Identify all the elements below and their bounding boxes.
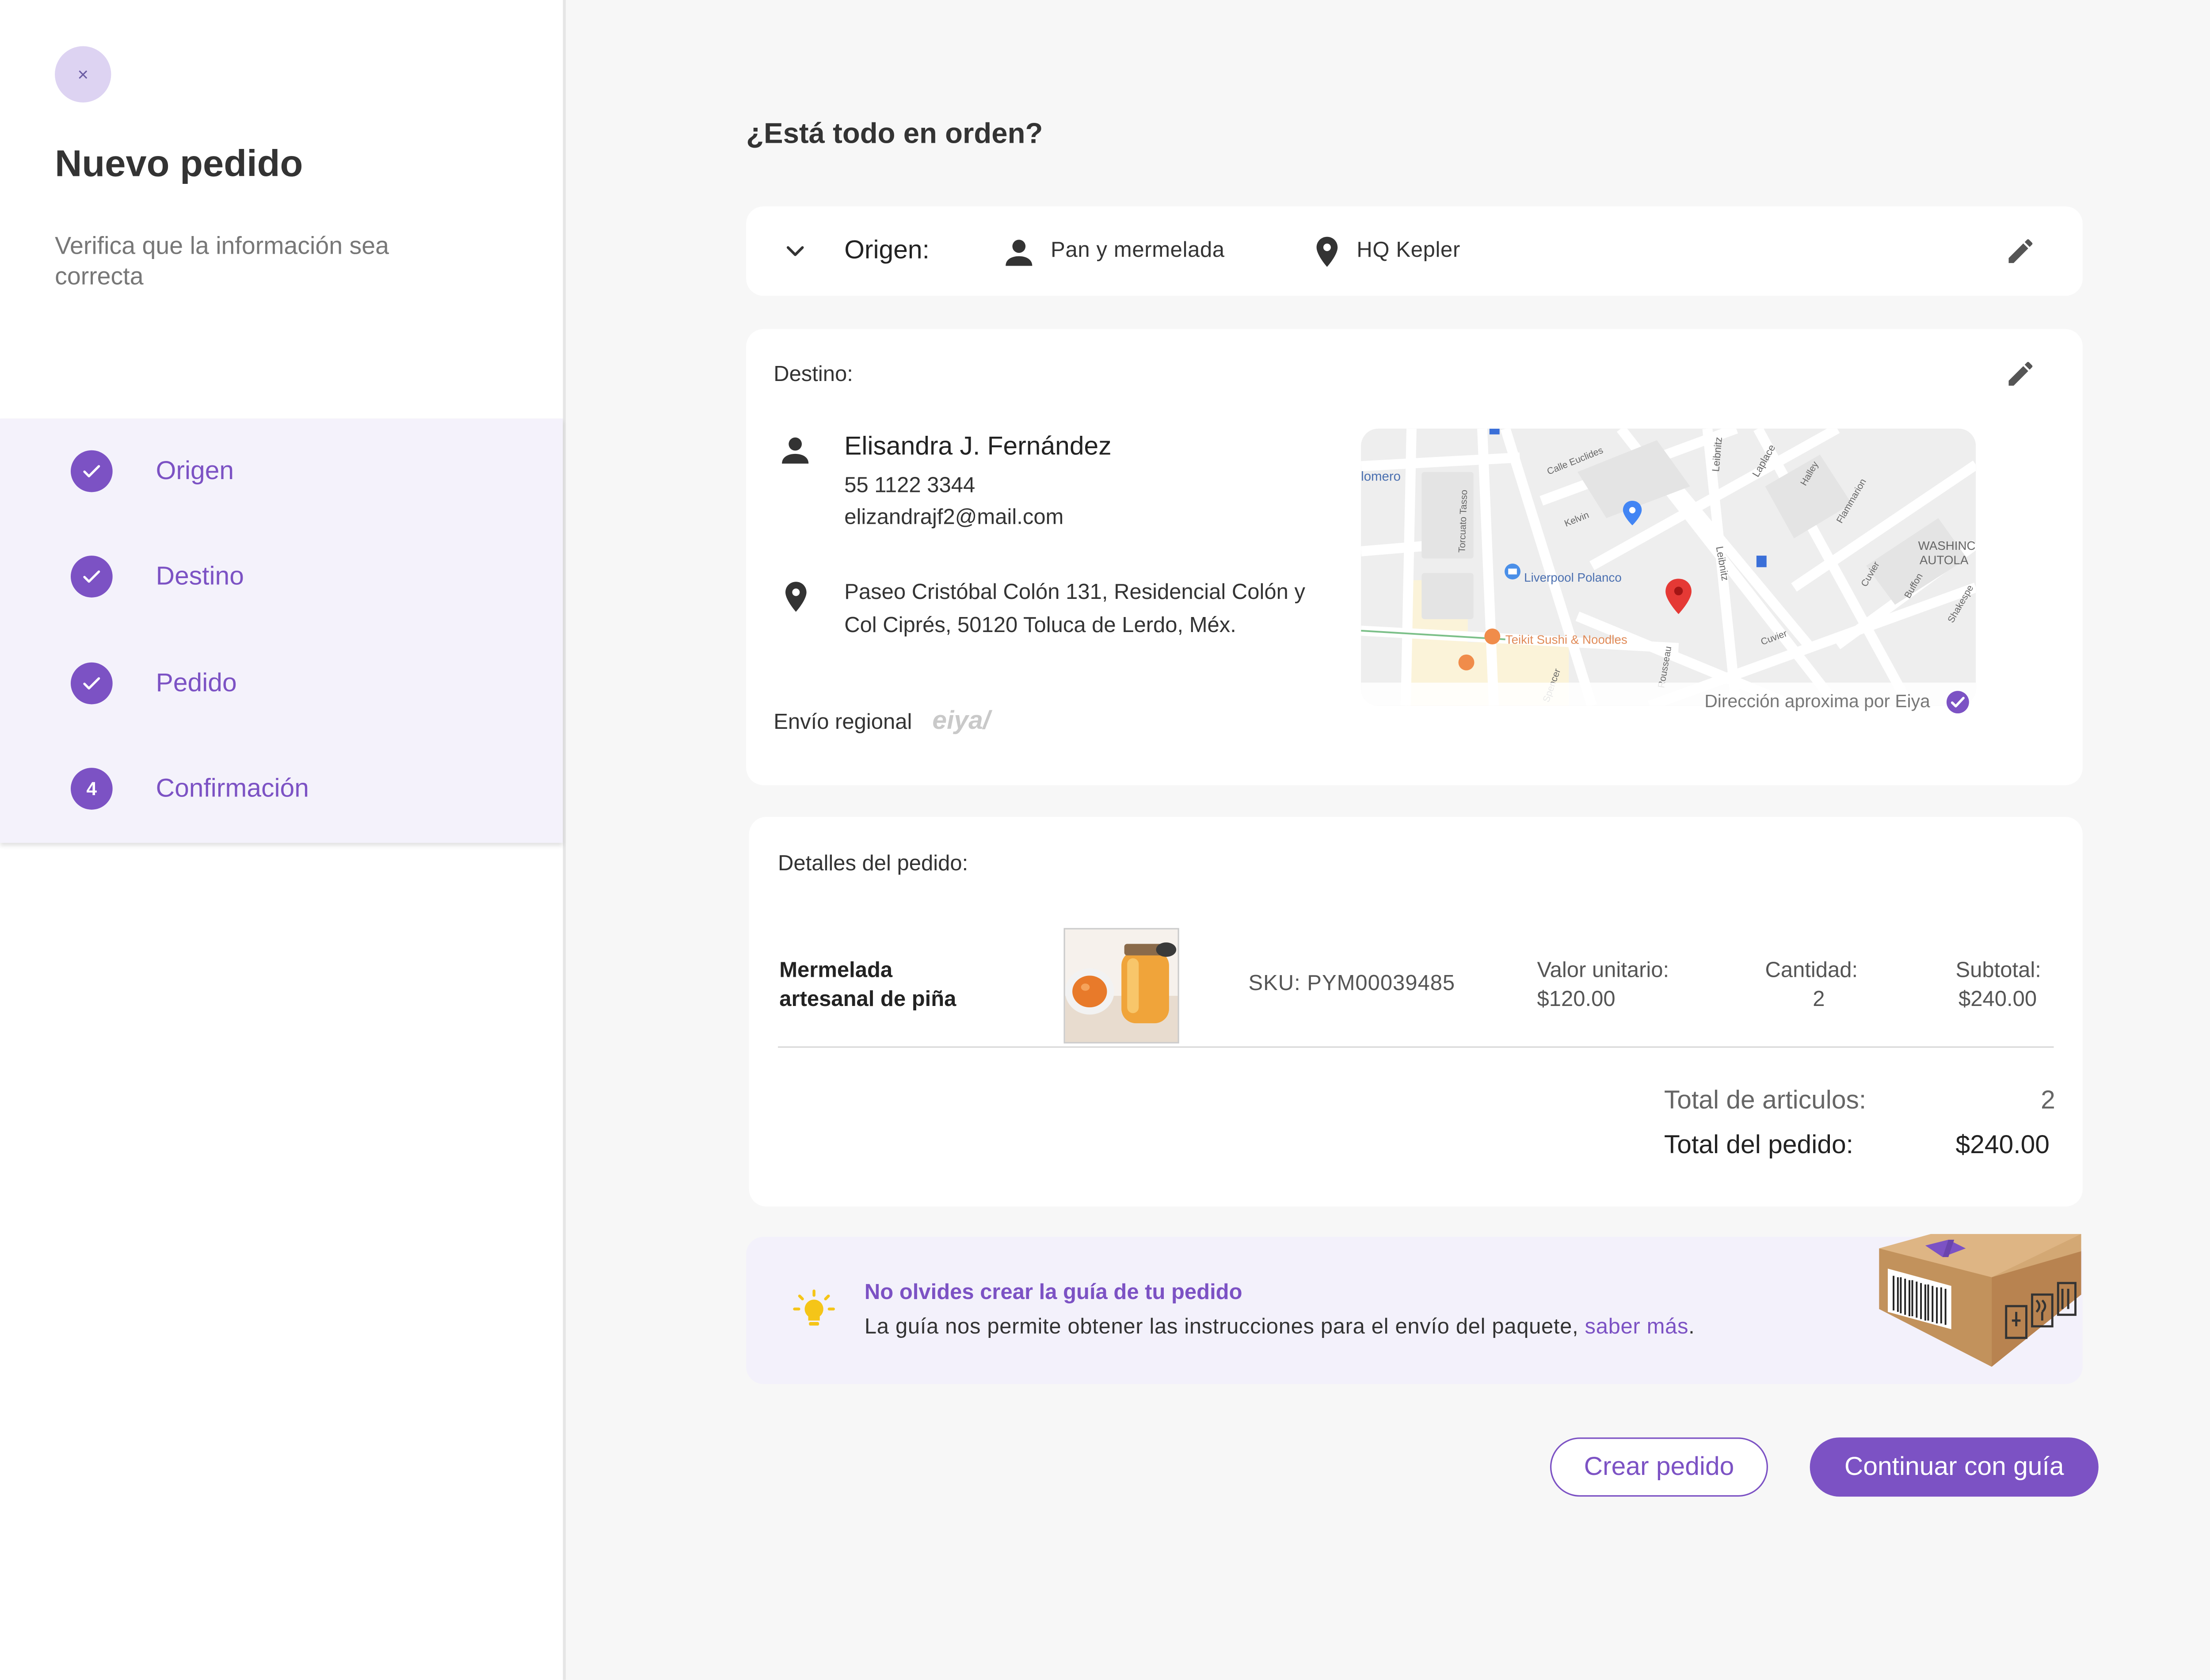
- step-label: Pedido: [156, 668, 237, 697]
- tip-body: La guía nos permite obtener las instrucc…: [865, 1315, 1695, 1340]
- pencil-icon[interactable]: [2005, 358, 2037, 390]
- product-image: [1063, 928, 1179, 1044]
- unit-price-value: $120.00: [1537, 987, 1616, 1012]
- step-number-marker: 4: [70, 768, 113, 810]
- step-complete-marker: [70, 556, 113, 598]
- map-label: lomero: [1361, 469, 1401, 484]
- product-sku: SKU: PYM00039485: [1248, 971, 1456, 996]
- tip-body-text: La guía nos permite obtener las instrucc…: [864, 1314, 1585, 1340]
- sidebar: × Nuevo pedido Verifica que la informaci…: [0, 0, 566, 1680]
- location-pin-icon: [785, 582, 807, 612]
- product-name: Mermelada artesanal de piña: [779, 958, 956, 1012]
- recipient-address: Paseo Cristóbal Colón 131, Residencial C…: [844, 580, 1305, 637]
- pencil-icon[interactable]: [2005, 235, 2037, 267]
- check-icon: [83, 677, 100, 690]
- map-label: AUTOLA: [1920, 553, 1969, 567]
- step-label: Confirmación: [156, 773, 309, 803]
- person-icon: [1006, 240, 1033, 266]
- order-details-card: Detalles del pedido: Mermelada artesanal…: [749, 817, 2083, 1207]
- map-canvas: lomero Calle Euclides Kelvin Leibnitz La…: [1361, 428, 1976, 706]
- close-icon: ×: [77, 63, 89, 85]
- total-items-label: Total de articulos:: [1664, 1085, 1867, 1114]
- poi-marker: [1505, 564, 1520, 580]
- shipping-type: Envío regional: [774, 710, 912, 735]
- total-order-label: Total del pedido:: [1664, 1130, 1854, 1159]
- origin-card: Origen: Pan y mermelada HQ Kepler: [746, 206, 2083, 296]
- map-label: Teikit Sushi & Noodles: [1505, 632, 1627, 646]
- close-button[interactable]: ×: [55, 46, 111, 103]
- order-details-label: Detalles del pedido:: [777, 851, 968, 876]
- recipient-email: elizandrajf2@mail.com: [844, 505, 1064, 530]
- map-caption: Dirección aproxima por Eiya: [1704, 691, 1930, 712]
- quantity-value: 2: [1813, 987, 1825, 1012]
- quantity-label: Cantidad:: [1765, 958, 1858, 983]
- origin-label: Origen:: [844, 235, 930, 264]
- step-origen[interactable]: Origen: [0, 419, 563, 524]
- map[interactable]: lomero Calle Euclides Kelvin Leibnitz La…: [1361, 428, 1976, 706]
- check-icon: [83, 570, 100, 583]
- person-icon: [782, 437, 809, 464]
- tip-title: No olvides crear la guía de tu pedido: [864, 1280, 1242, 1305]
- subtotal-value: $240.00: [1959, 987, 2037, 1012]
- sidebar-subtitle: Verifica que la información sea correcta: [55, 232, 389, 290]
- total-items-value: 2: [2041, 1085, 2055, 1114]
- continue-with-guide-button[interactable]: Continuar con guía: [1810, 1437, 2099, 1497]
- origin-location: HQ Kepler: [1356, 238, 1460, 263]
- destination-label: Destino:: [774, 362, 853, 387]
- eiya-logo: eiya/: [932, 705, 991, 735]
- divider: [777, 1046, 2054, 1048]
- map-label: WASHINC: [1918, 539, 1976, 552]
- step-confirmacion[interactable]: 4 Confirmación: [0, 736, 563, 841]
- map-label: Liverpool Polanco: [1524, 571, 1622, 584]
- stepper: Origen Destino Pedido 4 Confirmación: [0, 418, 563, 843]
- unit-price-label: Valor unitario:: [1537, 958, 1669, 983]
- verified-check-icon: [1946, 691, 1969, 714]
- recipient-name: Elisandra J. Fernández: [844, 431, 1112, 461]
- package-box-icon: [1879, 1234, 2081, 1367]
- tip-body-end: .: [1688, 1314, 1695, 1340]
- step-complete-marker: [70, 662, 113, 705]
- step-label: Destino: [156, 561, 244, 590]
- location-pin-icon: [1316, 236, 1338, 267]
- total-order-value: $240.00: [1955, 1130, 2050, 1159]
- app-root: × Nuevo pedido Verifica que la informaci…: [0, 0, 2210, 1680]
- transit-icon: [1489, 428, 1500, 434]
- create-order-button[interactable]: Crear pedido: [1550, 1437, 1768, 1497]
- recipient-phone: 55 1122 3344: [844, 473, 975, 498]
- lightbulb-icon: [793, 1289, 835, 1326]
- step-complete-marker: [70, 450, 113, 492]
- step-destino[interactable]: Destino: [0, 524, 563, 629]
- origin-sender: Pan y mermelada: [1051, 238, 1225, 263]
- tip-banner: No olvides crear la guía de tu pedido La…: [746, 1234, 2083, 1384]
- subtotal-label: Subtotal:: [1955, 958, 2041, 983]
- page-heading: ¿Está todo en orden?: [746, 118, 1043, 150]
- check-icon: [83, 465, 100, 477]
- chevron-down-icon[interactable]: [781, 237, 810, 266]
- learn-more-link[interactable]: saber más: [1585, 1315, 1689, 1340]
- step-label: Origen: [156, 456, 234, 485]
- destination-card: Destino: Elisandra J. Fernández 55 1122 …: [746, 329, 2083, 785]
- sidebar-title: Nuevo pedido: [55, 141, 303, 185]
- step-pedido[interactable]: Pedido: [0, 631, 563, 736]
- transit-icon: [1756, 556, 1767, 568]
- jam-jar-image: [1065, 929, 1178, 1042]
